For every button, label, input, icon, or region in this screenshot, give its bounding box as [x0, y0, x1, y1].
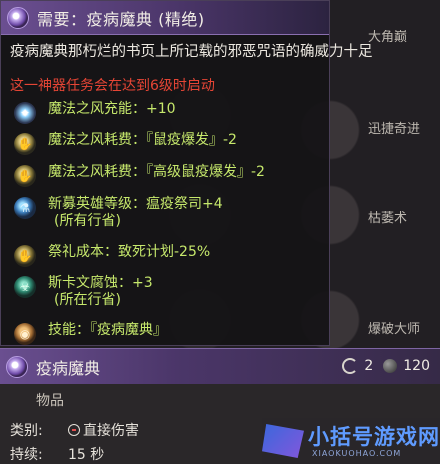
perk-text: 魔法之风耗费：『高级鼠疫爆发』-2 — [48, 164, 265, 180]
item-card-stats: 2 120 — [342, 358, 430, 374]
sparkle-icon: ✦ — [14, 102, 36, 124]
tooltip-description: 疫病魔典那朽烂的书页上所记载的邪恶咒语的确威力十足 — [10, 44, 373, 60]
perk-text: 魔法之风充能：+10 — [48, 101, 176, 117]
perk-text: 新募英雄等级：瘟疫祭司+4 — [48, 196, 223, 212]
cooldown-value: 2 — [364, 358, 374, 374]
quest-warning: 这一神器任务会在达到6级时启动 — [10, 78, 215, 94]
perk-row: ☣ 斯卡文腐蚀：+3 (所在行省) — [14, 275, 153, 309]
tooltip-header: 需要：疫病魔典 (精绝) — [1, 1, 329, 35]
tooltip-title: 需要：疫病魔典 (精绝) — [37, 9, 205, 29]
cost-value: 120 — [403, 358, 430, 374]
direct-damage-icon — [68, 424, 80, 436]
skill-label-4[interactable]: 爆破大师 — [368, 318, 420, 337]
perk-subtext: (所有行省) — [54, 213, 121, 229]
perk-row: ✋ 魔法之风耗费：『鼠疫爆发』-2 — [14, 132, 237, 155]
plague-tome-icon — [6, 355, 28, 378]
plague-tome-icon — [7, 6, 29, 29]
perk-row: ◉ 技能：『疫病魔典』 — [14, 322, 167, 345]
item-duration-row: 持续: 15 秒 — [10, 444, 104, 464]
perk-text: 技能：『疫病魔典』 — [48, 322, 167, 338]
skill-label-3[interactable]: 枯萎术 — [368, 207, 407, 226]
perk-row: ✋ 祭礼成本：致死计划-25% — [14, 244, 210, 267]
watermark-logo-icon — [262, 424, 304, 458]
perk-text: 斯卡文腐蚀：+3 — [48, 275, 153, 291]
item-type: 物品 — [36, 393, 64, 409]
rat-hand-icon: ✋ — [14, 133, 36, 155]
cooldown-icon — [342, 358, 359, 374]
row-value: 直接伤害 — [83, 423, 139, 439]
watermark-text: 小括号游戏网 — [308, 425, 440, 449]
row-key: 类别: — [10, 423, 43, 439]
perk-row: ⚗ 新募英雄等级：瘟疫祭司+4 (所有行省) — [14, 196, 223, 230]
perk-row: ✋ 魔法之风耗费：『高级鼠疫爆发』-2 — [14, 164, 265, 187]
item-card-title: 疫病魔典 — [36, 358, 101, 378]
plague-priest-icon: ⚗ — [14, 197, 36, 219]
perk-text: 祭礼成本：致死计划-25% — [48, 244, 211, 260]
perk-row: ✦ 魔法之风充能：+10 — [14, 101, 176, 124]
skill-label-2[interactable]: 迅捷奇进 — [368, 118, 420, 137]
perk-subtext: (所在行省) — [54, 292, 121, 308]
rat-hand-icon: ✋ — [14, 165, 36, 187]
skaven-corruption-icon: ☣ — [14, 276, 36, 298]
watermark-subtext: XIAOKUOHAO.COM — [312, 449, 402, 458]
ritual-icon: ✋ — [14, 245, 36, 267]
item-category-row: 类别: 直接伤害 — [10, 420, 139, 440]
skill-icon: ◉ — [14, 323, 36, 345]
perk-text: 魔法之风耗费：『鼠疫爆发』-2 — [48, 132, 237, 148]
site-watermark: 小括号游戏网 XIAOKUOHAO.COM — [262, 418, 440, 464]
row-key: 持续: — [10, 447, 43, 463]
winds-of-magic-icon — [383, 359, 398, 373]
row-value: 15 秒 — [68, 447, 105, 463]
